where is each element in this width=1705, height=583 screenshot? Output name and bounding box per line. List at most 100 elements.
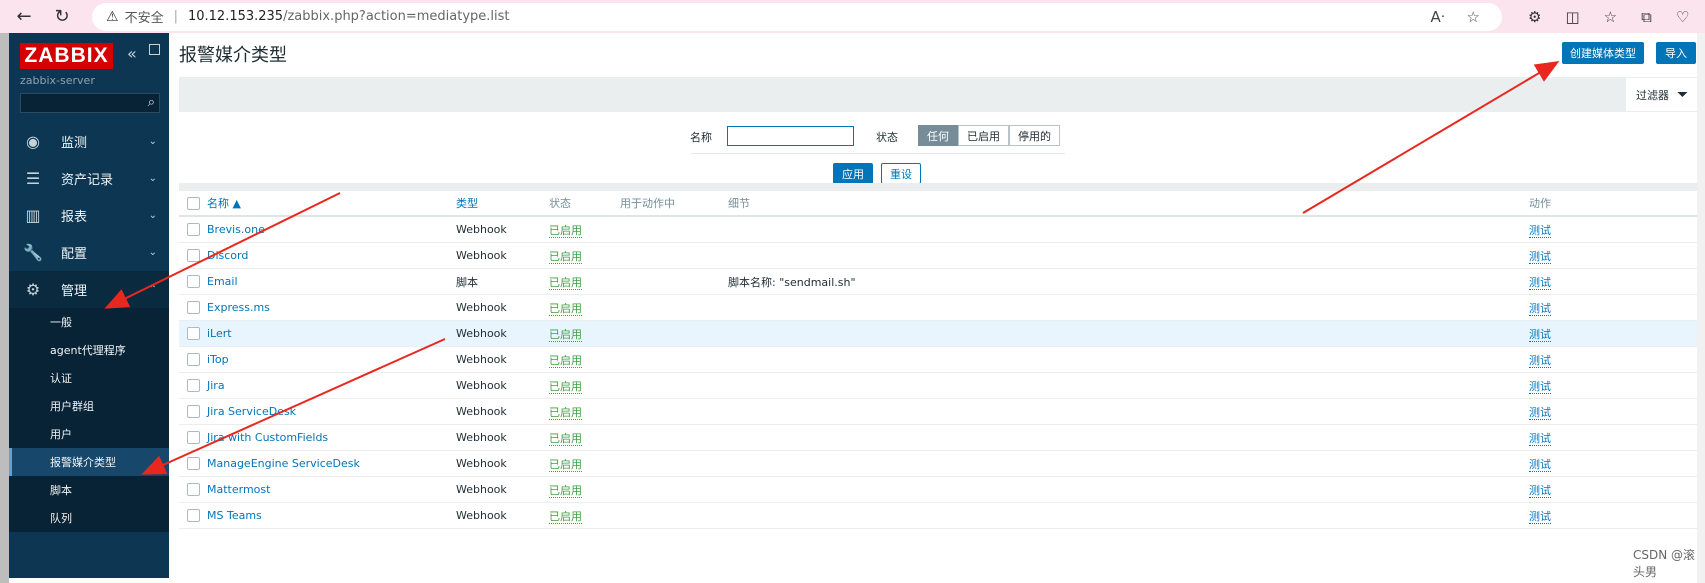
create-media-type-button[interactable]: 创建媒体类型 [1562,42,1644,64]
row-checkbox[interactable] [186,327,200,340]
status-toggle[interactable]: 已启用 [549,223,582,238]
submenu-item-proxies[interactable]: agent代理程序 [9,336,169,364]
test-link[interactable]: 测试 [1529,431,1551,446]
table-row: Brevis.one Webhook 已启用 测试 [179,217,1705,243]
row-checkbox[interactable] [186,509,200,522]
media-type-name-link[interactable]: iTop [207,353,229,366]
table-row: Jira ServiceDesk Webhook 已启用 测试 [179,399,1705,425]
submenu-item-general[interactable]: 一般 [9,308,169,336]
filter-header-band [179,77,1705,112]
status-toggle[interactable]: 已启用 [549,249,582,264]
profile-icon[interactable]: ♡ [1676,8,1689,26]
media-type-name-link[interactable]: Mattermost [207,483,270,496]
test-link[interactable]: 测试 [1529,483,1551,498]
row-checkbox[interactable] [186,379,200,392]
split-screen-icon[interactable]: ◫ [1565,8,1579,26]
read-aloud-icon[interactable]: Aᐧ [1430,8,1444,26]
media-type-name-link[interactable]: iLert [207,327,232,340]
collapse-sidebar-icon[interactable]: « [127,44,137,63]
row-checkbox[interactable] [186,431,200,444]
row-checkbox[interactable] [186,301,200,314]
reset-button[interactable]: 重设 [881,163,921,184]
select-all-checkbox[interactable] [186,196,200,210]
menu-item-reports[interactable]: ▥ 报表 ⌄ [9,197,169,234]
scrollbar[interactable] [1697,33,1705,583]
test-link[interactable]: 测试 [1529,327,1551,342]
status-toggle[interactable]: 已启用 [549,275,582,290]
submenu-item-scripts[interactable]: 脚本 [9,476,169,504]
collections-icon[interactable]: ⧉ [1641,8,1652,26]
table-row: Mattermost Webhook 已启用 测试 [179,477,1705,503]
test-link[interactable]: 测试 [1529,223,1551,238]
test-link[interactable]: 测试 [1529,457,1551,472]
column-header-type[interactable]: 类型 [456,195,549,211]
media-type-name-link[interactable]: ManageEngine ServiceDesk [207,457,360,470]
filter-tab[interactable]: 过滤器 ⏷ [1626,78,1697,111]
import-button[interactable]: 导入 [1656,42,1696,64]
test-link[interactable]: 测试 [1529,509,1551,524]
status-option-enabled[interactable]: 已启用 [958,125,1009,146]
kiosk-mode-icon[interactable] [149,44,160,55]
table-row: Discord Webhook 已启用 测试 [179,243,1705,269]
apply-button[interactable]: 应用 [833,163,873,184]
row-checkbox[interactable] [186,457,200,470]
address-bar[interactable]: ⚠ 不安全 | 10.12.153.235 /zabbix.php?action… [92,2,1502,31]
row-checkbox[interactable] [186,223,200,236]
column-header-used-in-actions: 用于动作中 [620,197,675,210]
media-type-name-link[interactable]: Brevis.one [207,223,265,236]
back-icon[interactable]: ← [10,3,38,31]
submenu-item-users[interactable]: 用户 [9,420,169,448]
menu-item-monitoring[interactable]: ◉ 监测 ⌄ [9,123,169,160]
test-link[interactable]: 测试 [1529,275,1551,290]
status-toggle[interactable]: 已启用 [549,327,582,342]
status-toggle[interactable]: 已启用 [549,457,582,472]
media-type-name-link[interactable]: MS Teams [207,509,262,522]
column-header-name[interactable]: 名称 ▲ [207,195,456,211]
test-link[interactable]: 测试 [1529,405,1551,420]
media-type-name-link[interactable]: Jira [207,379,225,392]
zabbix-logo[interactable]: ZABBIX [20,43,113,69]
test-link[interactable]: 测试 [1529,379,1551,394]
menu-item-administration[interactable]: ⚙ 管理 ⌃ [9,271,169,308]
test-link[interactable]: 测试 [1529,353,1551,368]
status-toggle[interactable]: 已启用 [549,405,582,420]
status-toggle[interactable]: 已启用 [549,379,582,394]
extensions-icon[interactable]: ⚙ [1528,8,1541,26]
media-type-name-link[interactable]: Email [207,275,238,288]
row-checkbox[interactable] [186,249,200,262]
favorites-icon[interactable]: ☆ [1604,8,1617,26]
status-toggle[interactable]: 已启用 [549,353,582,368]
row-checkbox[interactable] [186,483,200,496]
test-link[interactable]: 测试 [1529,301,1551,316]
menu-item-configuration[interactable]: 🔧 配置 ⌄ [9,234,169,271]
row-checkbox[interactable] [186,353,200,366]
row-checkbox[interactable] [186,405,200,418]
media-type-type: Webhook [456,379,507,392]
submenu-item-queue[interactable]: 队列 [9,504,169,532]
status-toggle[interactable]: 已启用 [549,483,582,498]
menu-item-inventory[interactable]: ☰ 资产记录 ⌄ [9,160,169,197]
search-icon[interactable]: ⌕ [148,95,155,110]
sidebar-search-input[interactable]: ⌕ [20,93,160,113]
name-filter-label: 名称 [690,131,712,144]
submenu-item-user-groups[interactable]: 用户群组 [9,392,169,420]
status-option-any[interactable]: 任何 [918,125,958,146]
media-type-type: Webhook [456,457,507,470]
submenu-item-media-types[interactable]: 报警媒介类型 [9,448,169,476]
status-option-disabled[interactable]: 停用的 [1009,125,1060,146]
status-toggle[interactable]: 已启用 [549,509,582,524]
favorite-star-icon[interactable]: ☆ [1467,8,1480,26]
status-toggle[interactable]: 已启用 [549,431,582,446]
media-type-name-link[interactable]: Jira ServiceDesk [207,405,296,418]
test-link[interactable]: 测试 [1529,249,1551,264]
row-checkbox[interactable] [186,275,200,288]
table-row: Jira with CustomFields Webhook 已启用 测试 [179,425,1705,451]
media-type-name-link[interactable]: Jira with CustomFields [207,431,328,444]
media-type-name-link[interactable]: Express.ms [207,301,270,314]
reload-icon[interactable]: ↻ [48,3,76,31]
table-row: iTop Webhook 已启用 测试 [179,347,1705,373]
submenu-item-authentication[interactable]: 认证 [9,364,169,392]
name-filter-input[interactable] [727,126,854,146]
media-type-name-link[interactable]: Discord [207,249,248,262]
status-toggle[interactable]: 已启用 [549,301,582,316]
